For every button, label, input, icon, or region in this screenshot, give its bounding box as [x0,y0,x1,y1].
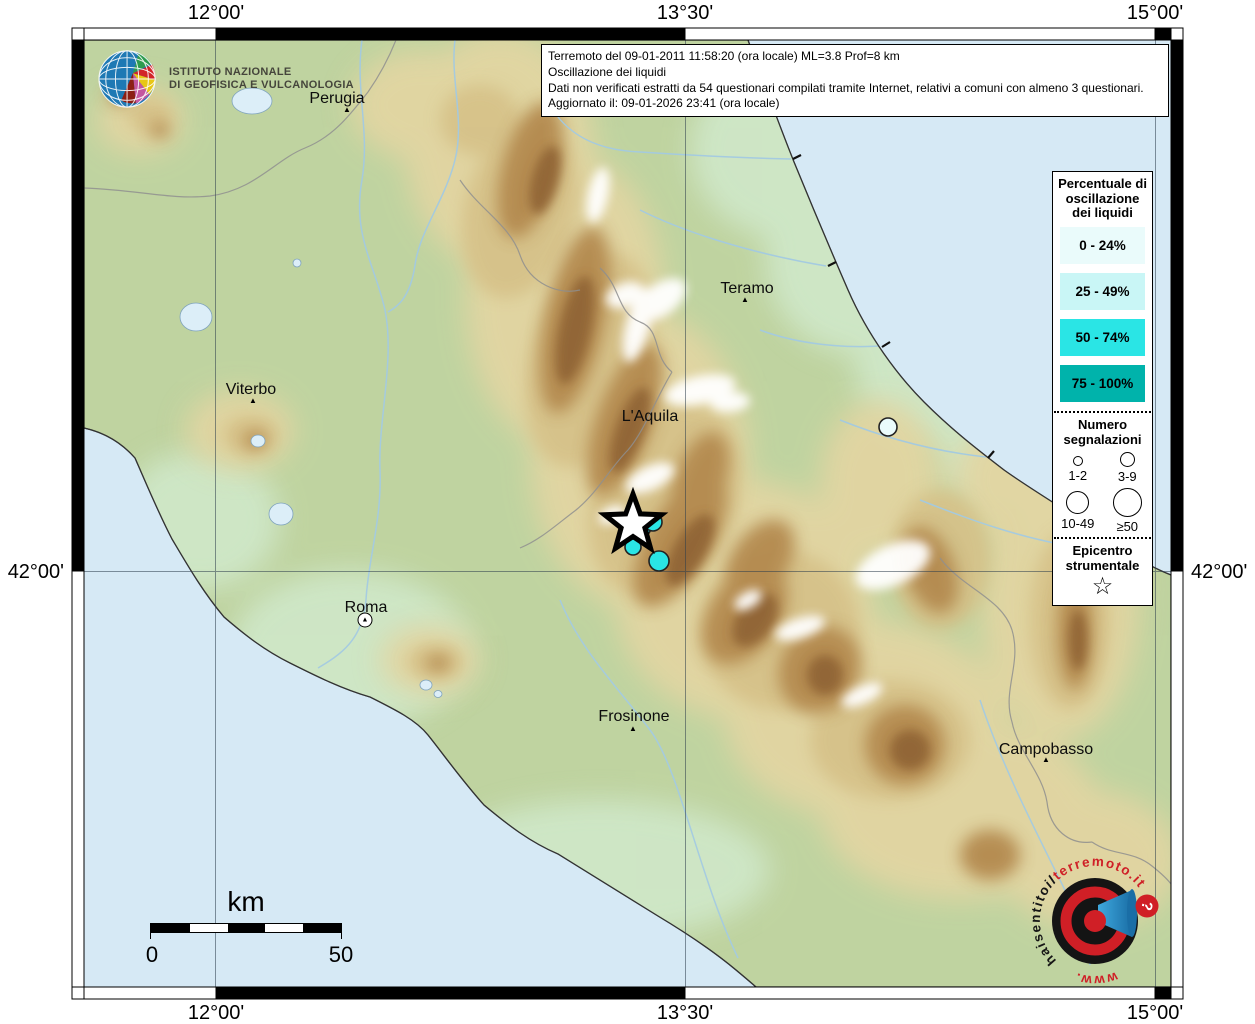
svg-text:www.: www. [1072,969,1120,988]
scale-start-label: 0 [145,942,159,967]
city-label-perugia: Perugia [309,90,365,107]
coord-label-bottom-1330: 13°30' [656,1002,714,1024]
legend-separator [1054,536,1151,539]
macroseismic-map-page: 12°00' 13°30' 15°00' 12°00' 13°30' 15°00… [0,0,1255,1024]
count-circle-large-icon [1066,490,1090,514]
scale-bar: km 0 50 [140,886,360,976]
count-circle-xlarge-icon [1112,487,1142,517]
legend-class-row: 0 - 24% [1060,226,1145,264]
count-label: 3-9 [1117,468,1137,484]
count-label: 10-49 [1061,515,1095,531]
city-marker-icon: ▲ [249,396,257,405]
coord-label-top-1330: 13°30' [656,2,714,24]
updated-at-line: Aggiornato il: 09-01-2026 23:41 (ora loc… [548,96,780,111]
coord-label-top-15: 15°00' [1126,2,1184,24]
map-subject-line: Oscillazione dei liquidi [548,64,667,79]
city-marker-icon: ▲ [357,612,373,628]
legend-class-label: 25 - 49% [1075,283,1130,299]
scale-unit-label: km [227,886,265,917]
scale-end-label: 50 [328,942,354,967]
count-label: ≥50 [1116,518,1139,534]
epicenter-star-legend-icon: ☆ [1091,572,1114,600]
coord-label-top-12: 12°00' [187,2,245,24]
count-circle-medium-icon [1119,451,1135,467]
legend-epicenter-title: Epicentro strumentale [1065,542,1140,574]
coord-label-right-42: 42°00' [1191,561,1248,583]
legend-class-label: 0 - 24% [1079,237,1126,253]
event-summary-line: Terremoto del 09-01-2011 11:58:20 (ora l… [548,49,900,63]
ingv-globe-icon [98,50,156,108]
legend-class-label: 50 - 74% [1075,329,1130,345]
data-disclaimer-line: Dati non verificati estratti da 54 quest… [548,80,1144,95]
ingv-name-line1: ISTITUTO NAZIONALE [169,66,292,78]
legend-class-row: 25 - 49% [1060,272,1145,310]
count-circle-small-icon [1072,455,1083,466]
coord-label-bottom-12: 12°00' [187,1002,245,1024]
legend-title: Percentuale di oscillazione dei liquidi [1058,176,1147,220]
legend-count-title: Numero segnalazioni [1063,416,1142,448]
felt-report-dot [648,550,670,572]
scale-bar-segments [151,923,342,933]
city-label-laquila: L'Aquila [621,408,679,425]
coord-label-left-42: 42°00' [7,561,64,583]
coord-label-bottom-15: 15°00' [1126,1002,1184,1024]
city-marker-icon: ▲ [629,724,637,733]
event-info-box: Terremoto del 09-01-2011 11:58:20 (ora l… [541,44,1169,118]
city-marker-icon: ▲ [1042,755,1050,764]
legend-separator [1054,410,1151,413]
count-label: 1-2 [1068,467,1088,483]
legend-class-row: 50 - 74% [1060,318,1145,356]
legend-panel: Percentuale di oscillazione dei liquidi … [1052,171,1153,606]
legend-class-label: 75 - 100% [1071,375,1134,391]
legend-class-row: 75 - 100% [1060,364,1145,402]
city-marker-icon: ▲ [741,295,749,304]
map-interior [84,40,1171,987]
felt-report-dot [878,417,898,437]
haisentitoilterremoto-logo: haisentitoilterremoto.it www. ? [1020,845,1172,997]
city-marker-icon: ▲ [343,105,351,114]
